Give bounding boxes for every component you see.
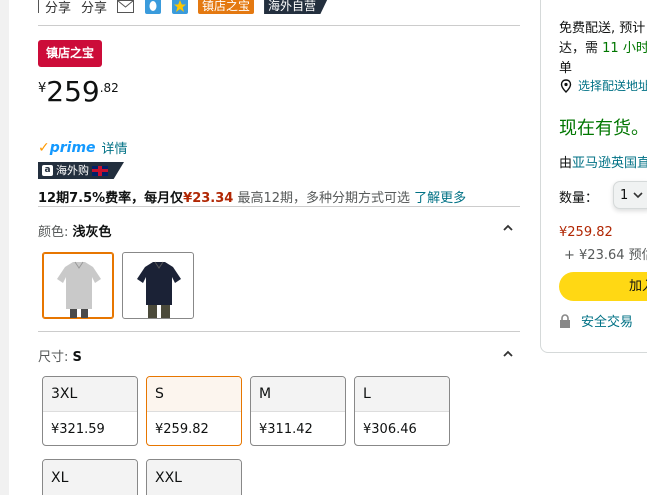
share-row: 分享 分享 镇店之宝 海外自营 — [38, 0, 329, 16]
store-badge: 镇店之宝 — [38, 40, 103, 67]
size-option-3xl[interactable]: 3XL ¥321.59 — [42, 376, 138, 446]
size-option-l[interactable]: L ¥306.46 — [354, 376, 450, 446]
seller-info: 由亚马逊英国直 — [559, 152, 647, 171]
seller-link[interactable]: 亚马逊英国直 — [572, 156, 647, 171]
address-row[interactable]: 选择配送地址 — [559, 77, 647, 94]
estimated-fees: + ¥23.64 预估 — [564, 248, 647, 263]
size-option-xxl[interactable]: XXL — [146, 459, 242, 495]
left-gutter — [0, 0, 9, 495]
location-pin-icon — [560, 78, 572, 93]
overseas-self-badge: 海外自营 — [264, 0, 329, 14]
divider — [38, 331, 520, 332]
share-link-2[interactable]: 分享 — [81, 0, 107, 16]
size-option-xl[interactable]: XL — [42, 459, 138, 495]
size-option-m[interactable]: M ¥311.42 — [250, 376, 346, 446]
amazon-a-icon: a — [42, 165, 53, 176]
installment-info: 12期7.5%费率，每月仅¥23.34 最高12期，多种分期方式可选 了解更多 — [38, 191, 467, 206]
qzone-icon[interactable] — [171, 0, 188, 14]
prime-details-link[interactable]: 详情 — [102, 138, 128, 157]
secure-transaction[interactable]: 安全交易 — [559, 311, 633, 330]
product-price: ¥ 259 .82 — [38, 75, 119, 108]
lock-icon — [560, 313, 570, 328]
color-swatch-navy[interactable] — [122, 252, 194, 319]
quantity-label: 数量： — [559, 191, 599, 206]
haiwai-badge: a 海外购 — [38, 162, 124, 179]
learn-more-link[interactable]: 了解更多 — [414, 191, 466, 206]
chevron-up-icon[interactable] — [502, 348, 514, 360]
divider — [38, 206, 520, 207]
size-label: 尺寸: S — [38, 350, 82, 365]
delivery-info-3: 单 — [559, 61, 573, 76]
buybox-price: ¥259.82 — [559, 225, 613, 240]
chevron-up-icon[interactable] — [502, 222, 514, 234]
divider — [38, 25, 520, 26]
color-swatch-light-grey[interactable] — [42, 252, 114, 319]
choose-address-link[interactable]: 选择配送地址 — [578, 77, 647, 94]
size-option-s[interactable]: S ¥259.82 — [146, 376, 242, 446]
qq-icon[interactable] — [144, 0, 161, 14]
quantity-select[interactable]: 1 — [613, 181, 647, 209]
prime-row: ✓prime 详情 — [38, 138, 128, 158]
stock-status: 现在有货。 — [559, 118, 647, 139]
share-link[interactable]: 分享 — [45, 0, 71, 16]
color-label: 颜色: 浅灰色 — [38, 225, 112, 240]
navy-polo-image — [137, 261, 181, 318]
add-to-cart-button[interactable]: 加入 — [559, 272, 647, 301]
prime-logo: ✓prime — [38, 139, 96, 156]
chevron-down-icon — [633, 192, 643, 199]
email-icon[interactable] — [117, 0, 135, 13]
divider — [38, 0, 39, 13]
delivery-info-2: 达，需 11 小时 — [559, 41, 647, 56]
delivery-info: 免费配送, 预计 — [559, 21, 646, 36]
store-badge-top: 镇店之宝 — [198, 0, 255, 14]
grey-polo-image — [57, 261, 101, 318]
uk-flag-icon — [92, 165, 108, 176]
